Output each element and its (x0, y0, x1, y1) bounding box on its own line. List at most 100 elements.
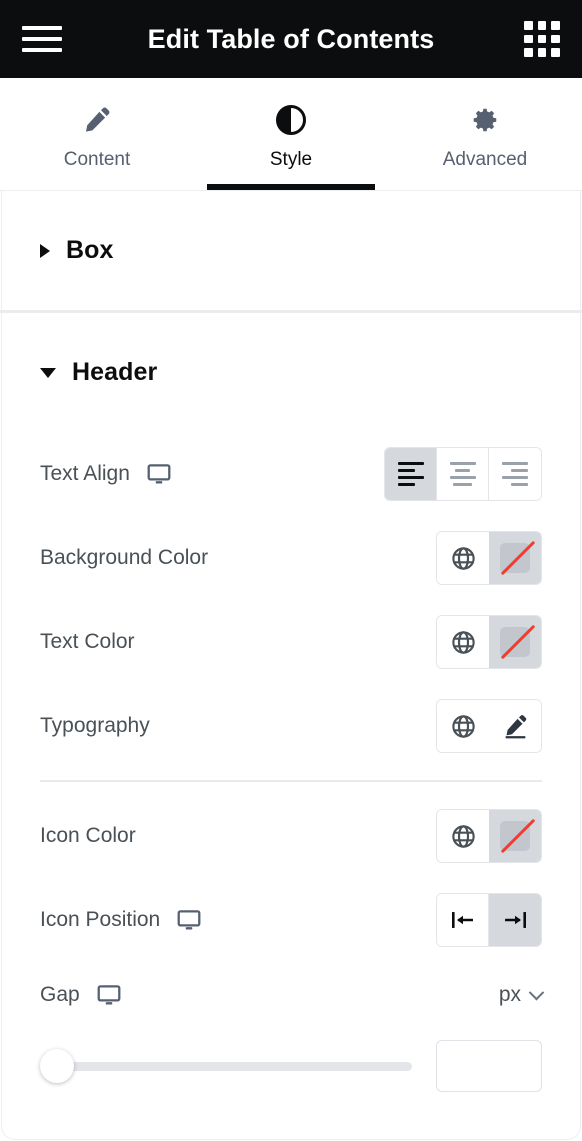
no-color-slash-icon (500, 627, 530, 657)
icon-color-swatch[interactable] (489, 810, 541, 862)
control-label-group: Text Color (40, 630, 135, 654)
background-color-picker (436, 531, 542, 585)
align-right-icon (502, 461, 528, 487)
no-color-slash-icon (500, 543, 530, 573)
arrow-to-right-icon (505, 912, 526, 928)
control-label: Icon Position (40, 908, 161, 931)
top-app-bar: Edit Table of Contents (0, 0, 582, 78)
icon-position-start-button[interactable] (437, 894, 489, 946)
gap-unit-selector[interactable]: px (498, 983, 545, 1007)
arrow-to-left-icon (451, 912, 473, 928)
control-value-group (436, 809, 542, 863)
section-title: Box (66, 236, 114, 264)
elementor-edit-panel: Edit Table of Contents Content Style Adv… (0, 0, 582, 1141)
align-center-icon (449, 461, 476, 487)
control-value-group (436, 893, 542, 947)
gap-unit-label: px (498, 983, 521, 1006)
section-box[interactable]: Box (0, 191, 582, 310)
control-text-color: Text Color (0, 600, 582, 684)
no-color-slash-icon (500, 821, 530, 851)
align-left-button[interactable] (385, 448, 437, 500)
tab-label: Style (269, 148, 313, 170)
control-value-group (436, 531, 542, 585)
control-label-group: Background Color (40, 546, 208, 570)
page-title: Edit Table of Contents (147, 23, 435, 54)
hamburger-bar (22, 26, 62, 30)
chevron-down-icon (528, 984, 545, 1000)
hamburger-bar (22, 48, 62, 52)
background-color-swatch[interactable] (489, 532, 541, 584)
text-color-picker (436, 615, 542, 669)
grid-apps-icon[interactable] (524, 21, 560, 57)
tab-advanced[interactable]: Advanced (388, 78, 582, 190)
style-panel-body: Box Header Text Align Background Color T… (0, 191, 582, 1141)
gear-icon (470, 104, 500, 136)
control-label: Gap (40, 983, 80, 1006)
control-text-align: Text Align (0, 432, 582, 516)
grid-cell (524, 21, 533, 30)
grid-cell (537, 48, 547, 57)
chevron-right-icon (40, 243, 50, 258)
chevron-down-icon (40, 367, 56, 378)
control-background-color: Background Color (0, 516, 582, 600)
control-gap-header: Gap px (0, 962, 582, 1028)
tab-style[interactable]: Style (194, 78, 388, 190)
section-header[interactable]: Header (0, 313, 582, 432)
icon-position-choices (436, 893, 542, 947)
control-gap-slider-row (0, 1028, 582, 1104)
control-label-group: Typography (40, 714, 150, 738)
grid-cell (551, 48, 560, 57)
section-title: Header (72, 358, 158, 386)
control-label: Text Align (40, 462, 130, 485)
pencil-icon (82, 104, 112, 136)
text-align-choices (384, 447, 542, 501)
gap-slider[interactable] (40, 1049, 412, 1083)
gap-slider-thumb[interactable] (40, 1049, 74, 1083)
align-right-button[interactable] (489, 448, 541, 500)
grid-cell (537, 21, 547, 30)
grid-cell (551, 34, 560, 44)
align-center-button[interactable] (437, 448, 489, 500)
control-group-divider (40, 780, 542, 782)
control-typography: Typography (0, 684, 582, 768)
desktop-monitor-icon[interactable] (146, 461, 172, 487)
globe-globals-icon[interactable] (437, 532, 489, 584)
control-value-group (436, 615, 542, 669)
tab-label: Advanced (442, 148, 528, 170)
globe-globals-icon[interactable] (437, 700, 489, 752)
panel-tabs: Content Style Advanced (0, 78, 582, 191)
control-value-group (384, 447, 542, 501)
hamburger-bar (22, 37, 62, 41)
gap-number-input[interactable] (436, 1040, 542, 1092)
control-label-group: Icon Color (40, 824, 136, 848)
control-label: Typography (40, 714, 150, 737)
control-icon-position: Icon Position (0, 878, 582, 962)
tab-content[interactable]: Content (0, 78, 194, 190)
typography-picker (436, 699, 542, 753)
tab-label: Content (63, 148, 131, 170)
grid-cell (537, 34, 547, 44)
control-label: Text Color (40, 630, 135, 653)
desktop-monitor-icon[interactable] (96, 982, 122, 1008)
align-left-icon (397, 461, 424, 487)
grid-cell (524, 34, 533, 44)
text-color-swatch[interactable] (489, 616, 541, 668)
gap-slider-track (40, 1061, 412, 1071)
globe-globals-icon[interactable] (437, 616, 489, 668)
pencil-edit-icon[interactable] (489, 700, 541, 752)
globe-globals-icon[interactable] (437, 810, 489, 862)
icon-position-end-button[interactable] (489, 894, 541, 946)
control-label: Background Color (40, 546, 209, 569)
control-label-group: Text Align (40, 461, 172, 487)
icon-color-picker (436, 809, 542, 863)
desktop-monitor-icon[interactable] (176, 907, 202, 933)
control-icon-color: Icon Color (0, 794, 582, 878)
contrast-icon (276, 104, 306, 136)
control-label: Icon Color (40, 824, 136, 847)
grid-cell (551, 21, 560, 30)
contrast-circle-shape (276, 104, 306, 135)
control-label-group: Gap (40, 982, 122, 1008)
hamburger-menu-icon[interactable] (22, 18, 64, 60)
control-label-group: Icon Position (40, 907, 202, 933)
control-value-group (436, 699, 542, 753)
